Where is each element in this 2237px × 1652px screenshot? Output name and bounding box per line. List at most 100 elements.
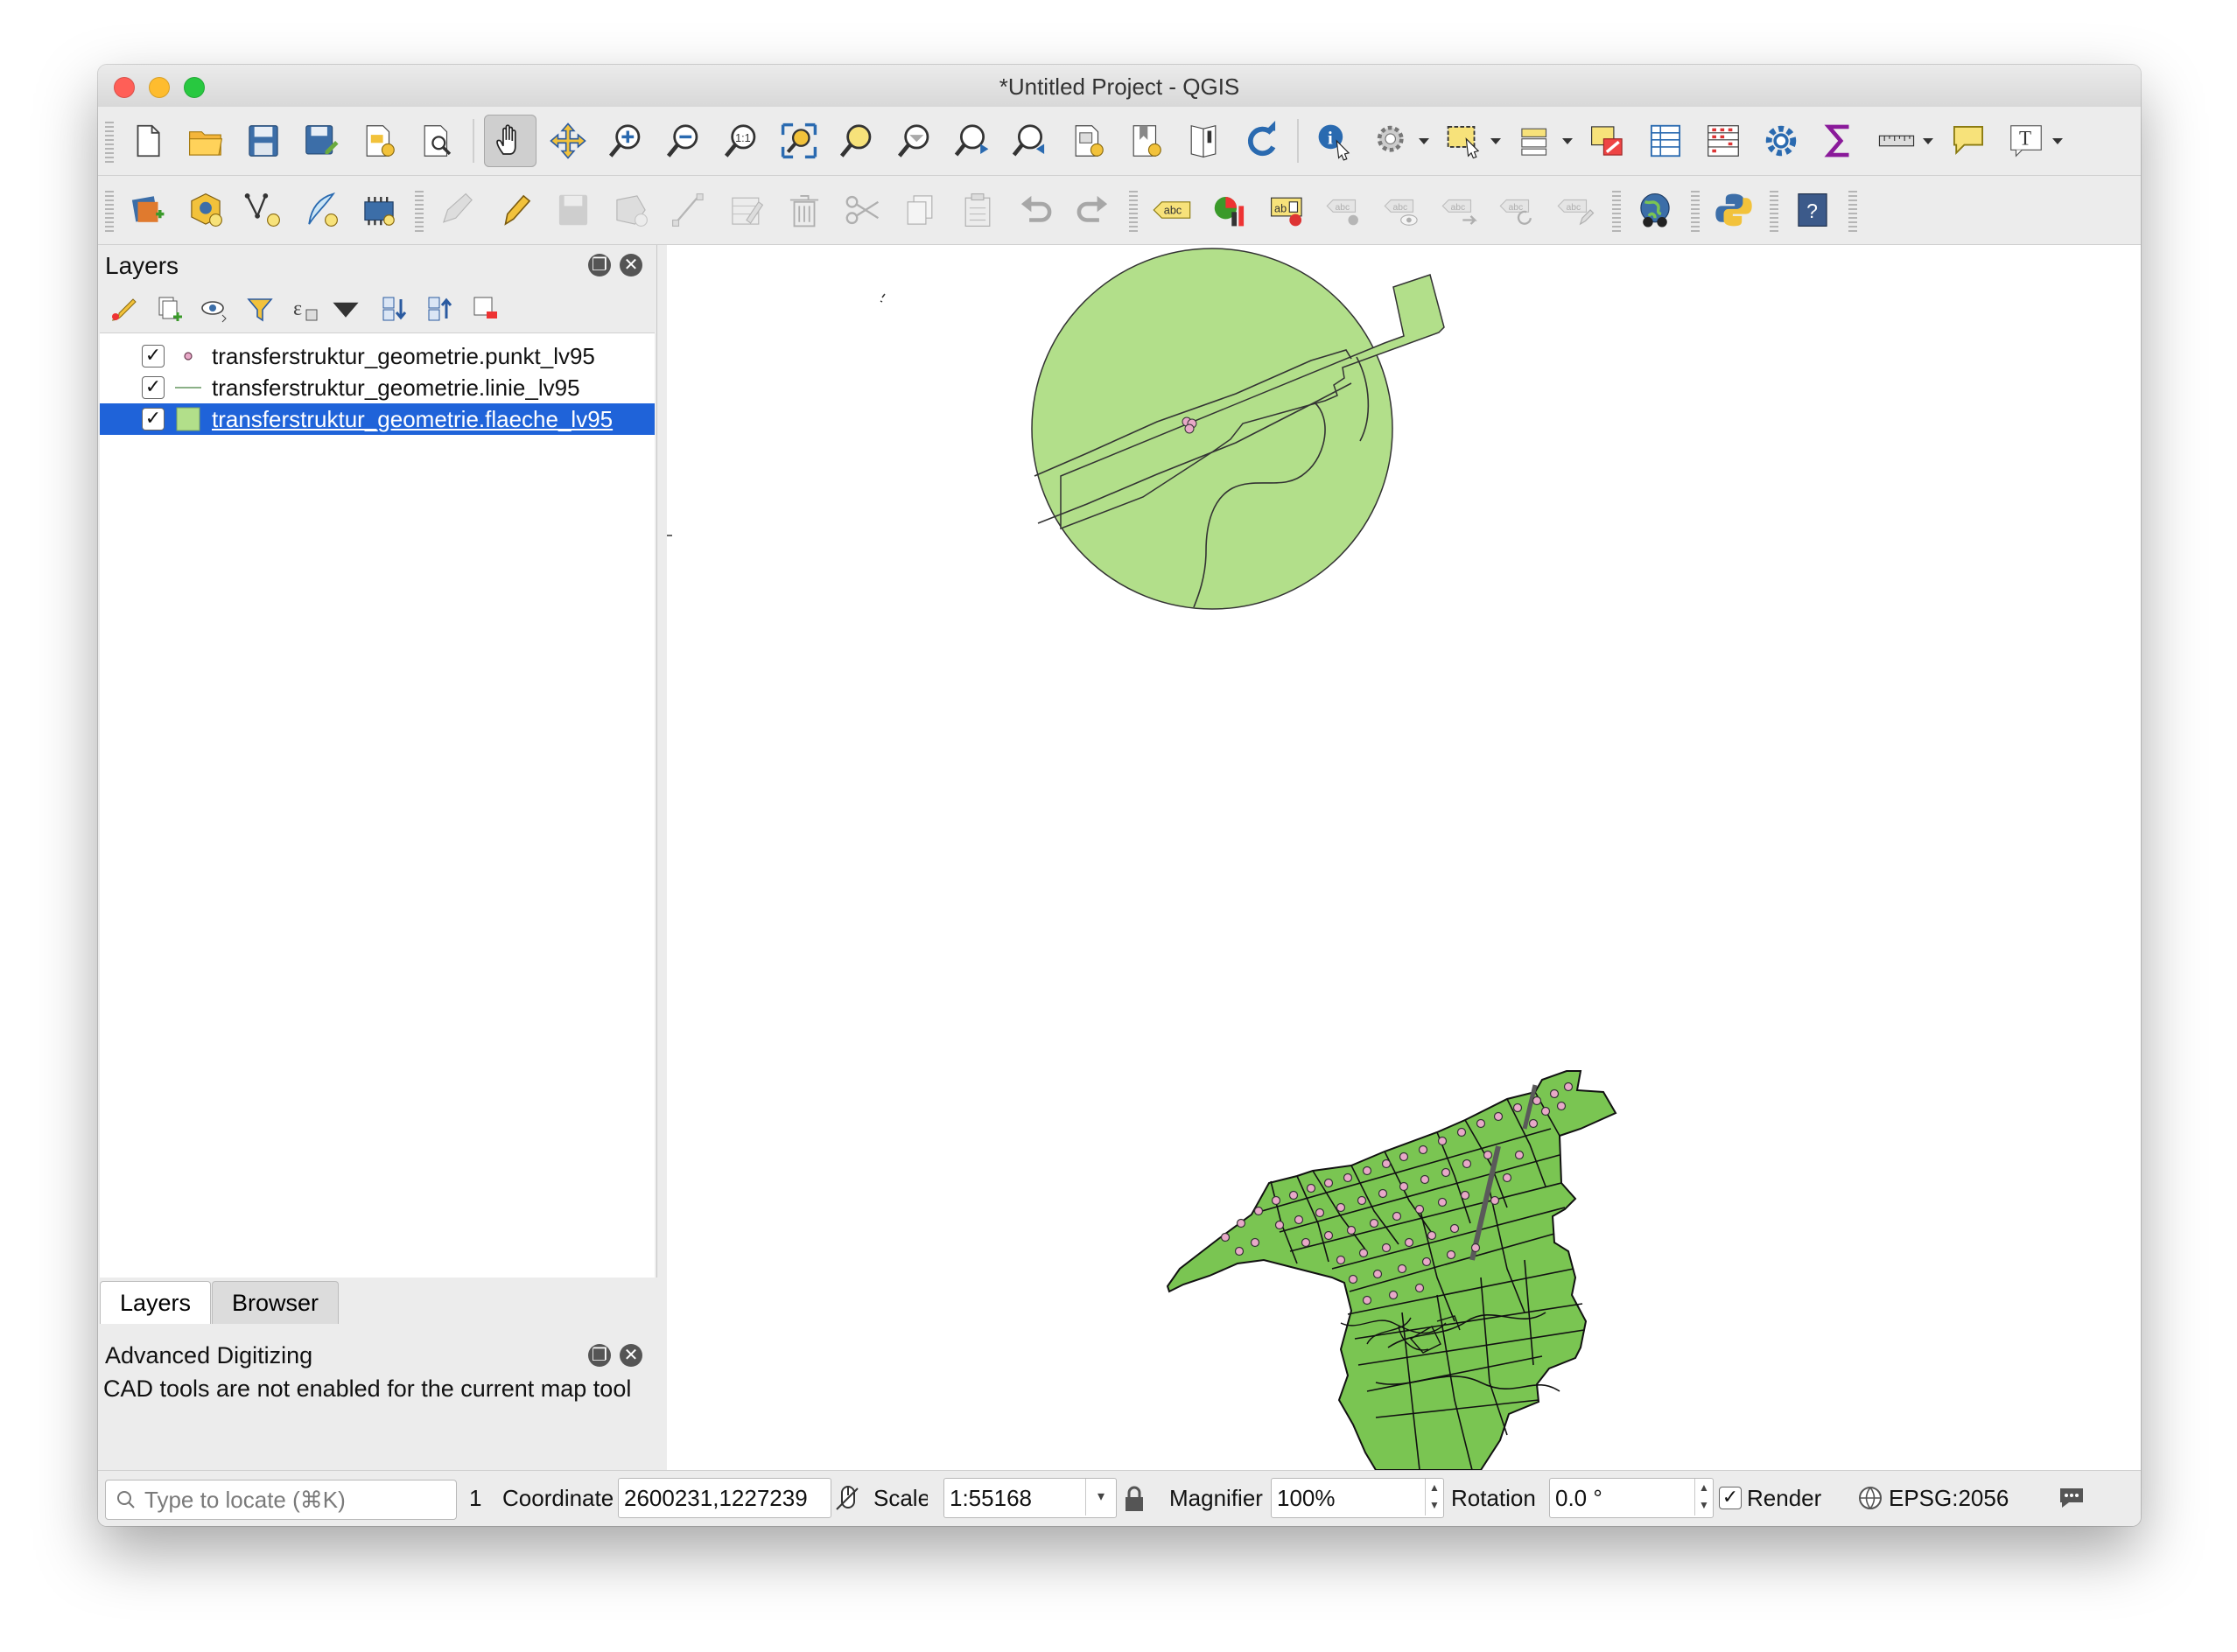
map-canvas[interactable] <box>667 245 2141 1470</box>
map-tips-button[interactable] <box>1177 115 1230 167</box>
modify-attributes-button[interactable] <box>720 184 773 236</box>
filter-legend-button[interactable] <box>243 292 277 326</box>
toolbar-grip[interactable] <box>1770 188 1778 232</box>
new-print-layout-button[interactable] <box>353 115 405 167</box>
data-source-manager-button[interactable] <box>122 184 174 236</box>
chevron-down-icon[interactable] <box>2051 136 2064 145</box>
vertex-tool-button[interactable] <box>663 184 715 236</box>
zoom-to-layer-button[interactable] <box>888 115 941 167</box>
toolbar-grip[interactable] <box>1848 188 1857 232</box>
messages-count[interactable]: 1 <box>469 1485 481 1512</box>
expand-all-button[interactable] <box>378 292 411 326</box>
delete-selected-button[interactable] <box>778 184 831 236</box>
sum-button[interactable] <box>1813 115 1865 167</box>
layer-labeling-options-button[interactable]: ab <box>1261 184 1314 236</box>
layer-visibility-checkbox[interactable]: ✓ <box>142 376 165 399</box>
float-panel-button[interactable]: ❐ <box>588 254 611 276</box>
remove-layer-button[interactable] <box>469 292 502 326</box>
open-attribute-table-button[interactable] <box>1639 115 1692 167</box>
show-hide-labels-button[interactable]: abc <box>1377 184 1429 236</box>
save-as-button[interactable] <box>295 115 347 167</box>
tab-browser[interactable]: Browser <box>212 1281 340 1324</box>
tab-layers[interactable]: Layers <box>100 1281 212 1324</box>
add-feature-button[interactable] <box>605 184 657 236</box>
spinbox-arrows[interactable]: ▲ ▼ <box>1694 1479 1713 1516</box>
toolbar-grip[interactable] <box>1612 188 1621 232</box>
layer-diagram-button[interactable] <box>1203 184 1256 236</box>
toolbar-grip[interactable] <box>415 188 424 232</box>
change-label-button[interactable]: abc <box>1550 184 1602 236</box>
save-project-button[interactable] <box>237 115 290 167</box>
coordinate-field[interactable]: 2600231,1227239 <box>618 1478 831 1518</box>
zoom-native-button[interactable]: 1:1 <box>715 115 768 167</box>
python-console-button[interactable] <box>1708 184 1760 236</box>
chevron-down-icon[interactable] <box>1418 136 1430 145</box>
toolbar-grip[interactable] <box>1691 188 1700 232</box>
toolbar-grip[interactable] <box>1129 188 1138 232</box>
measure-button[interactable] <box>1870 115 1923 167</box>
render-checkbox[interactable]: ✓ <box>1719 1487 1742 1509</box>
chevron-down-icon[interactable] <box>1561 136 1574 145</box>
globe-button[interactable] <box>1629 184 1681 236</box>
pan-to-selection-button[interactable] <box>542 115 594 167</box>
new-bookmark-button[interactable] <box>1062 115 1114 167</box>
pan-map-button[interactable] <box>484 115 536 167</box>
mouse-icon[interactable] <box>833 1483 865 1515</box>
messages-icon[interactable] <box>2057 1485 2086 1511</box>
zoom-in-button[interactable] <box>600 115 652 167</box>
new-project-button[interactable] <box>122 115 174 167</box>
style-manager-button[interactable] <box>107 292 140 326</box>
undo-button[interactable] <box>1009 184 1062 236</box>
deselect-all-button[interactable] <box>1581 115 1634 167</box>
processing-toolbox-button[interactable] <box>1755 115 1807 167</box>
pin-labels-button[interactable]: abc <box>1319 184 1371 236</box>
redo-button[interactable] <box>1067 184 1119 236</box>
manage-visibility-button[interactable] <box>198 292 231 326</box>
text-annotation-button[interactable]: T <box>2000 115 2052 167</box>
current-edits-button[interactable] <box>431 184 484 236</box>
rotate-label-button[interactable]: abc <box>1492 184 1545 236</box>
new-virtual-layer-button[interactable] <box>353 184 405 236</box>
zoom-next-button[interactable] <box>1004 115 1056 167</box>
save-layer-edits-button[interactable] <box>547 184 600 236</box>
toolbar-grip[interactable] <box>105 119 114 163</box>
magnifier-spinbox[interactable]: 100% ▲ ▼ <box>1271 1478 1444 1518</box>
chevron-down-icon[interactable] <box>1490 136 1502 145</box>
run-feature-action-button[interactable] <box>1366 115 1419 167</box>
close-panel-button[interactable]: ✕ <box>620 1344 642 1367</box>
refresh-button[interactable] <box>1235 115 1287 167</box>
new-spatialite-button[interactable] <box>295 184 347 236</box>
layout-manager-button[interactable] <box>410 115 463 167</box>
float-panel-button[interactable]: ❐ <box>588 1344 611 1367</box>
close-panel-button[interactable]: ✕ <box>620 254 642 276</box>
show-bookmarks-button[interactable] <box>1119 115 1172 167</box>
move-label-button[interactable]: abc <box>1434 184 1487 236</box>
add-group-button[interactable] <box>152 292 186 326</box>
layer-item-flaeche[interactable]: ✓ transferstruktur_geometrie.flaeche_lv9… <box>100 403 655 435</box>
select-by-expression-button[interactable] <box>1510 115 1562 167</box>
map-tips-annotation-button[interactable] <box>1942 115 1995 167</box>
lock-icon[interactable] <box>1122 1485 1147 1513</box>
identify-features-button[interactable]: i <box>1308 115 1361 167</box>
new-shapefile-button[interactable] <box>237 184 290 236</box>
help-button[interactable]: ? <box>1786 184 1839 236</box>
cut-features-button[interactable] <box>836 184 888 236</box>
spinbox-arrows[interactable]: ▲ ▼ <box>1425 1479 1443 1516</box>
chevron-down-icon[interactable] <box>331 294 361 324</box>
layer-visibility-checkbox[interactable]: ✓ <box>142 345 165 368</box>
rotation-spinbox[interactable]: 0.0 ° ▲ ▼ <box>1549 1478 1714 1518</box>
scale-combobox[interactable]: 1:55168 ▾ <box>943 1478 1117 1518</box>
copy-features-button[interactable] <box>894 184 946 236</box>
chevron-down-icon[interactable]: ▾ <box>1085 1479 1116 1516</box>
layer-visibility-checkbox[interactable]: ✓ <box>142 408 165 430</box>
crs-globe-icon[interactable] <box>1857 1485 1883 1511</box>
toolbar-grip[interactable] <box>105 188 114 232</box>
paste-features-button[interactable] <box>951 184 1004 236</box>
layer-item-linie[interactable]: ✓ transferstruktur_geometrie.linie_lv95 <box>100 372 655 403</box>
new-geopackage-button[interactable] <box>179 184 232 236</box>
statistical-summary-button[interactable] <box>1697 115 1750 167</box>
filter-by-expression-button[interactable]: ε <box>289 292 322 326</box>
crs-button[interactable]: EPSG:2056 <box>1889 1485 2009 1512</box>
open-project-button[interactable] <box>179 115 232 167</box>
select-features-button[interactable] <box>1438 115 1490 167</box>
